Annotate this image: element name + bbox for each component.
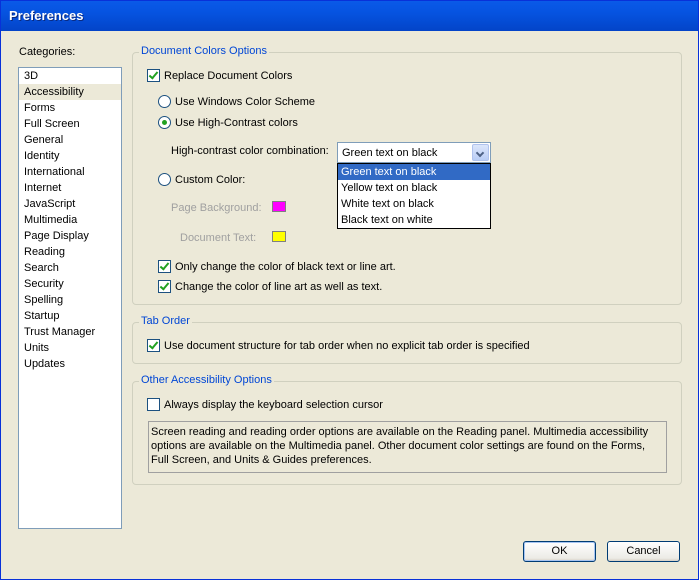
- document-text-swatch-wrap[interactable]: [272, 231, 286, 242]
- window-title: Preferences: [9, 8, 84, 23]
- category-item[interactable]: Trust Manager: [19, 324, 121, 340]
- combo-dropdown-list[interactable]: Green text on black Yellow text on black W…: [337, 163, 491, 229]
- keyboard-cursor-checkbox[interactable]: Always display the keyboard selection cu…: [147, 398, 383, 411]
- category-item[interactable]: International: [19, 164, 121, 180]
- category-item[interactable]: Reading: [19, 244, 121, 260]
- page-background-label: Page Background:: [171, 202, 262, 214]
- category-item[interactable]: Page Display: [19, 228, 121, 244]
- category-item[interactable]: Startup: [19, 308, 121, 324]
- radio-circle[interactable]: [158, 173, 171, 186]
- radio-circle[interactable]: [158, 95, 171, 108]
- category-item[interactable]: Forms: [19, 100, 121, 116]
- only-black-text-checkbox[interactable]: Only change the color of black text or l…: [158, 260, 396, 273]
- only-black-text-label: Only change the color of black text or l…: [175, 260, 396, 273]
- other-accessibility-legend: Other Accessibility Options: [139, 374, 274, 386]
- combo-option[interactable]: Black text on white: [338, 212, 490, 228]
- checkbox-box[interactable]: [158, 260, 171, 273]
- category-item[interactable]: Spelling: [19, 292, 121, 308]
- preferences-window: Preferences Categories: 3D Accessibility F…: [0, 0, 699, 580]
- checkbox-box[interactable]: [147, 339, 160, 352]
- cancel-button[interactable]: Cancel: [607, 541, 680, 562]
- checkbox-box[interactable]: [147, 69, 160, 82]
- category-item[interactable]: Internet: [19, 180, 121, 196]
- page-background-swatch[interactable]: [272, 201, 286, 212]
- info-text: Screen reading and reading order options…: [148, 421, 667, 473]
- category-item[interactable]: Accessibility: [19, 84, 121, 100]
- category-item[interactable]: Search: [19, 260, 121, 276]
- radio-circle[interactable]: [158, 116, 171, 129]
- category-item[interactable]: Security: [19, 276, 121, 292]
- document-structure-checkbox[interactable]: Use document structure for tab order whe…: [147, 339, 530, 352]
- title-bar[interactable]: Preferences: [1, 1, 698, 31]
- category-item[interactable]: Updates: [19, 356, 121, 372]
- document-structure-label: Use document structure for tab order whe…: [164, 339, 530, 352]
- category-item[interactable]: JavaScript: [19, 196, 121, 212]
- combo-option[interactable]: White text on black: [338, 196, 490, 212]
- categories-label: Categories:: [19, 46, 76, 58]
- category-item[interactable]: Units: [19, 340, 121, 356]
- combo-value: Green text on black: [342, 147, 438, 159]
- combo-label: High-contrast color combination:: [171, 145, 329, 157]
- high-contrast-label: Use High-Contrast colors: [175, 116, 298, 129]
- custom-color-label: Custom Color:: [175, 173, 246, 186]
- high-contrast-combo[interactable]: Green text on black: [337, 142, 491, 163]
- category-item[interactable]: General: [19, 132, 121, 148]
- category-item[interactable]: Identity: [19, 148, 121, 164]
- document-colors-legend: Document Colors Options: [139, 45, 269, 57]
- windows-color-scheme-radio[interactable]: Use Windows Color Scheme: [158, 95, 315, 108]
- ok-button[interactable]: OK: [523, 541, 596, 562]
- high-contrast-radio[interactable]: Use High-Contrast colors: [158, 116, 298, 129]
- chevron-down-icon[interactable]: [472, 144, 489, 161]
- keyboard-cursor-label: Always display the keyboard selection cu…: [164, 398, 383, 411]
- replace-document-colors-label: Replace Document Colors: [164, 69, 293, 82]
- document-text-label: Document Text:: [180, 232, 257, 244]
- line-art-label: Change the color of line art as well as …: [175, 280, 383, 293]
- page-background-swatch-wrap[interactable]: [272, 201, 286, 212]
- categories-list[interactable]: 3D Accessibility Forms Full Screen General Id…: [18, 67, 122, 529]
- windows-color-scheme-label: Use Windows Color Scheme: [175, 95, 315, 108]
- checkbox-box[interactable]: [158, 280, 171, 293]
- line-art-checkbox[interactable]: Change the color of line art as well as …: [158, 280, 382, 293]
- checkbox-box[interactable]: [147, 398, 160, 411]
- document-text-swatch[interactable]: [272, 231, 286, 242]
- tab-order-legend: Tab Order: [139, 315, 192, 327]
- category-item[interactable]: Full Screen: [19, 116, 121, 132]
- custom-color-radio[interactable]: Custom Color:: [158, 173, 245, 186]
- combo-option[interactable]: Yellow text on black: [338, 180, 490, 196]
- category-item[interactable]: Multimedia: [19, 212, 121, 228]
- category-item[interactable]: 3D: [19, 68, 121, 84]
- combo-option[interactable]: Green text on black: [338, 164, 490, 180]
- replace-document-colors-checkbox[interactable]: Replace Document Colors: [147, 69, 292, 82]
